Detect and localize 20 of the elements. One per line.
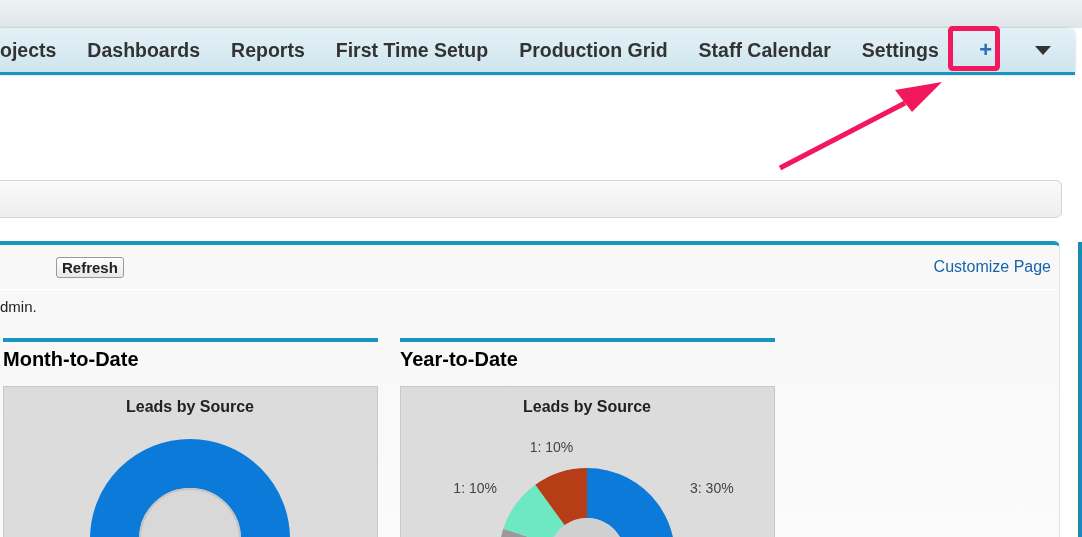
data-label: 1: 10%: [529, 438, 574, 455]
tab[interactable]: Dashboards: [87, 34, 201, 66]
tab[interactable]: Reports: [231, 34, 305, 66]
data-label: 1: 10%: [453, 480, 497, 497]
component-title: Year-to-Date: [400, 347, 519, 372]
component-title: Month-to-Date: [3, 347, 140, 372]
chart-title: Leads by Source: [523, 398, 651, 415]
data-label: 3: 30%: [690, 480, 734, 497]
tab[interactable]: Settings: [861, 34, 939, 66]
refresh-button[interactable]: Refresh: [56, 256, 124, 278]
tab[interactable]: Staff Calendar: [698, 34, 831, 66]
add-tab[interactable]: +: [972, 33, 999, 67]
tab[interactable]: First Time Setup: [335, 34, 489, 66]
caret-icon[interactable]: [1034, 45, 1051, 55]
info-text: dmin.: [0, 297, 38, 317]
tab[interactable]: ojects: [0, 34, 57, 66]
chart-title: Leads by Source: [126, 398, 254, 415]
customize-page-link[interactable]: Customize Page: [933, 258, 1051, 276]
highlight-frame: [948, 26, 1000, 71]
tab[interactable]: Production Grid: [519, 34, 668, 66]
